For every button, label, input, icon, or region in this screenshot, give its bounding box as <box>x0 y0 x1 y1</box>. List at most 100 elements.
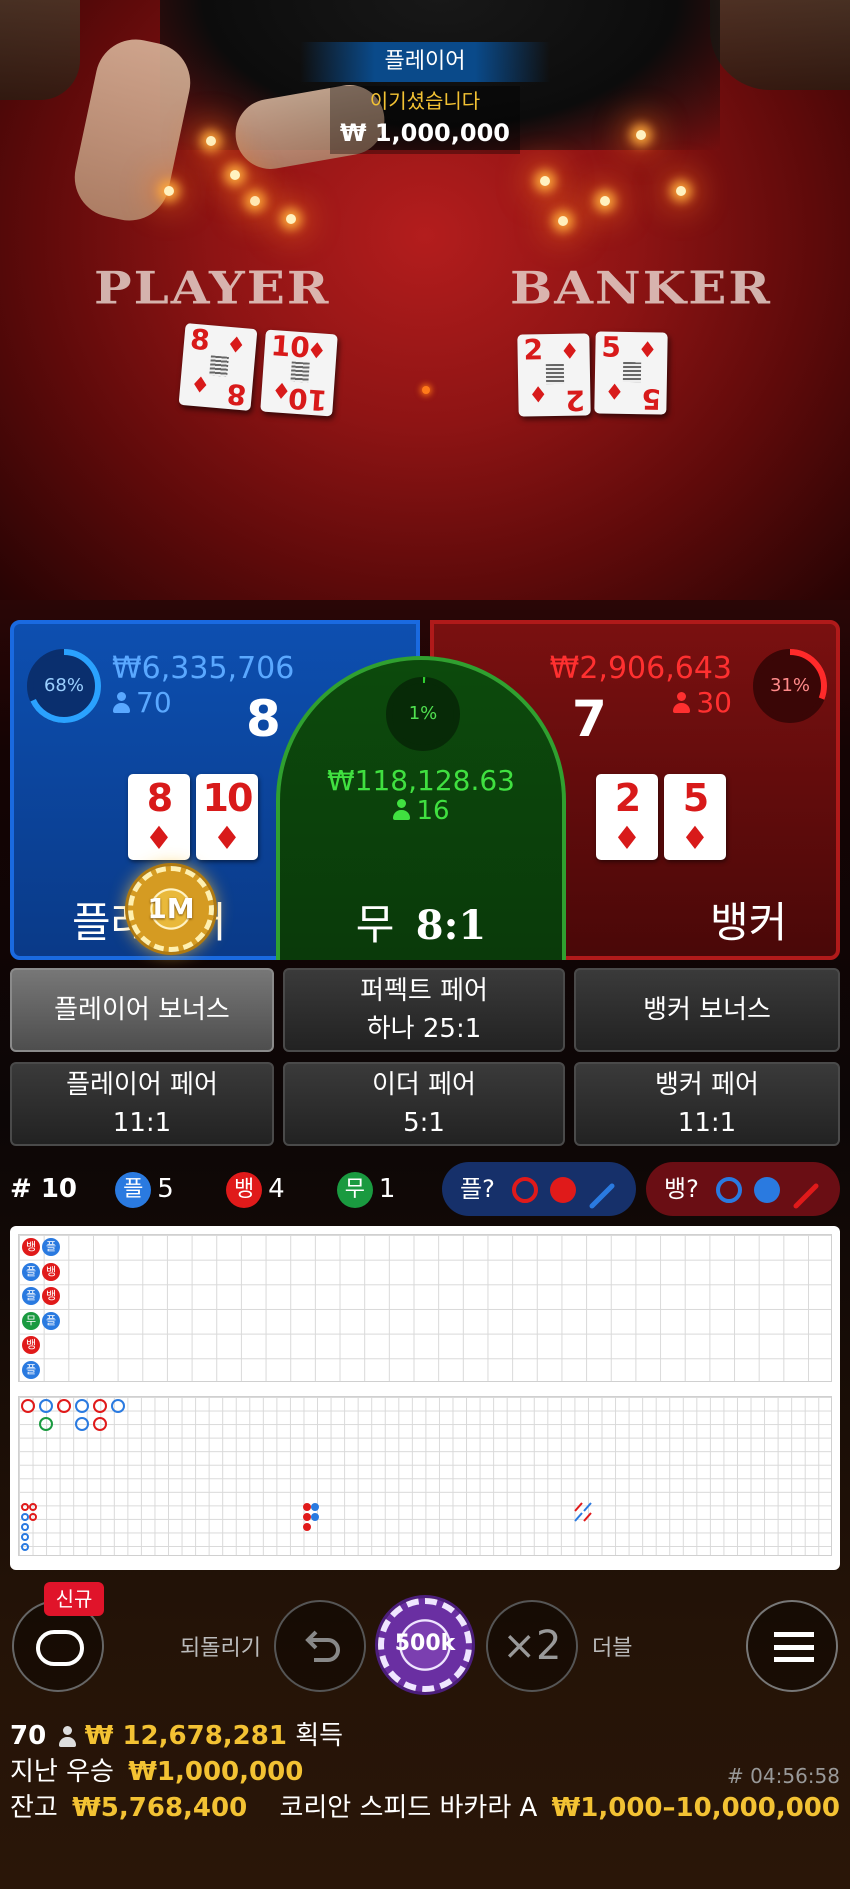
bead-road-result: 무 <box>22 1311 40 1330</box>
bead-road-result: 뱅 <box>22 1336 40 1354</box>
big-road-icon <box>512 1177 538 1203</box>
chat-icon <box>36 1630 84 1666</box>
derived-road-mark <box>303 1523 311 1531</box>
banker-bonus-button[interactable]: 뱅커 보너스 <box>574 968 840 1052</box>
round-count: # 10 <box>10 1174 78 1204</box>
banker-pair-button[interactable]: 뱅커 페어 11:1 <box>574 1062 840 1146</box>
placed-chip-1m[interactable]: 1M <box>128 866 214 952</box>
last-winner-amount: ₩1,000,000 <box>128 1757 304 1787</box>
banker-percent-ring: 31% <box>752 648 828 724</box>
win-text: 이기셨습니다 <box>369 89 481 113</box>
player-bonus-button[interactable]: 플레이어 보너스 <box>10 968 274 1052</box>
bead-road-result: 뱅 <box>42 1262 60 1281</box>
sparkle <box>230 170 240 180</box>
tie-bet-area[interactable]: 1% ₩118,128.63 16 무 8:1 <box>276 656 566 960</box>
win-amount: ₩ 1,000,000 <box>340 119 510 147</box>
last-winner: 지난 우승 ₩1,000,000 <box>10 1756 303 1788</box>
sparkle <box>558 216 568 226</box>
derived-road-mark <box>303 1513 311 1521</box>
cockroach-icon <box>792 1175 820 1209</box>
tie-percent: 1% <box>408 703 438 724</box>
balance-label: 잔고 <box>10 1793 58 1823</box>
menu-icon <box>774 1632 814 1662</box>
undo-label: 되돌리기 <box>180 1636 261 1661</box>
balance: 잔고 ₩5,768,400 <box>10 1792 247 1824</box>
player-percent-ring: 68% <box>26 648 102 724</box>
total-win-amount: ₩ 12,678,281 <box>84 1721 287 1751</box>
double-button[interactable]: ×2 <box>486 1600 578 1692</box>
game-screen: 플레이어 이기셨습니다 ₩ 1,000,000 PLAYER BANKER 8 ♦… <box>0 0 850 1889</box>
player-pair-button[interactable]: 플레이어 페어 11:1 <box>10 1062 274 1146</box>
bead-road-result: 뱅 <box>22 1238 40 1256</box>
player-card: 10 ♦ <box>196 774 258 860</box>
derived-road-mark <box>29 1513 37 1521</box>
table-name: 코리안 스피드 바카라 A <box>279 1793 538 1823</box>
player-bettors: 70 <box>112 688 172 718</box>
bead-road: 뱅플플뱅플뱅무플뱅플 <box>18 1234 832 1382</box>
win-suffix: 획득 <box>295 1721 344 1751</box>
tie-label: 무 8:1 <box>355 900 487 949</box>
perfect-pair-button[interactable]: 퍼펙트 페어 하나 25:1 <box>283 968 565 1052</box>
menu-button[interactable] <box>746 1600 838 1692</box>
ask-banker-button[interactable]: 뱅? <box>646 1162 840 1216</box>
derived-road-mark <box>21 1543 29 1551</box>
banker-bet-total: ₩2,906,643 <box>549 651 732 686</box>
dealer-hand <box>67 32 198 228</box>
derived-road-mark <box>21 1513 29 1521</box>
big-road-icon <box>716 1177 742 1203</box>
derived-road-mark <box>21 1533 29 1541</box>
live-video: 플레이어 이기셨습니다 ₩ 1,000,000 PLAYER BANKER 8 ♦… <box>0 0 850 620</box>
person-icon <box>672 692 691 714</box>
big-road-mark <box>39 1417 53 1431</box>
derived-road-mark <box>573 1501 593 1527</box>
sparkle <box>286 214 296 224</box>
sparkle <box>250 196 260 206</box>
banker-stat-icon: 뱅 <box>226 1171 263 1208</box>
bead-road-result: 플 <box>22 1287 40 1305</box>
bead-road-result: 플 <box>22 1262 40 1281</box>
big-road-mark <box>75 1417 89 1431</box>
banker-percent: 31% <box>769 675 810 696</box>
undo-icon <box>300 1626 344 1674</box>
last-winner-label: 지난 우승 <box>10 1757 114 1787</box>
banker-stat-count: 4 <box>268 1174 285 1204</box>
big-road-mark <box>75 1399 89 1413</box>
banker-label: 뱅커 <box>710 898 788 947</box>
roadmap-panel[interactable]: 뱅플플뱅플뱅무플뱅플 <box>10 1226 840 1570</box>
chair <box>0 0 80 100</box>
big-road-mark <box>93 1417 107 1431</box>
tie-percent-ring: 1% <box>385 676 461 752</box>
balance-amount: ₩5,768,400 <box>72 1793 248 1823</box>
derived-road-mark <box>311 1513 319 1521</box>
player-percent: 68% <box>43 675 84 696</box>
undo-button[interactable] <box>274 1600 366 1692</box>
player-bet-total: ₩6,335,706 <box>112 651 295 686</box>
sparkle <box>676 186 686 196</box>
round-id: # 04:56:58 <box>727 1764 840 1788</box>
table-card: 5 ♦ ♦ 5 <box>594 330 668 416</box>
player-stat-count: 5 <box>157 1174 174 1204</box>
table-banker-word: BANKER <box>510 260 772 315</box>
sparkle <box>164 186 174 196</box>
sparkle <box>636 130 646 140</box>
tie-stat-count: 1 <box>378 1174 396 1204</box>
chip-selector[interactable]: 500k <box>378 1598 472 1692</box>
tie-bettors: 16 <box>280 796 562 826</box>
sparkle <box>206 136 216 146</box>
big-road-mark <box>57 1399 71 1413</box>
tie-stat-icon: 무 <box>336 1171 373 1208</box>
table-card: 10 ♦ ♦ 10 <box>260 329 338 417</box>
ask-player-button[interactable]: 플? <box>442 1162 636 1216</box>
big-eye-icon <box>754 1177 780 1203</box>
new-badge: 신규 <box>44 1582 104 1616</box>
bead-road-result: 플 <box>22 1360 40 1379</box>
derived-road-mark <box>21 1503 29 1511</box>
either-pair-button[interactable]: 이더 페어 5:1 <box>283 1062 565 1146</box>
player-card: 8 ♦ <box>128 774 190 860</box>
sparkle <box>600 196 610 206</box>
bead-road-result: 플 <box>42 1238 60 1256</box>
double-label: 더블 <box>592 1636 633 1661</box>
cockroach-icon <box>588 1175 616 1209</box>
table-card: 8 ♦ ♦ 8 <box>178 323 258 411</box>
tie-bet-total: ₩118,128.63 <box>326 764 515 797</box>
